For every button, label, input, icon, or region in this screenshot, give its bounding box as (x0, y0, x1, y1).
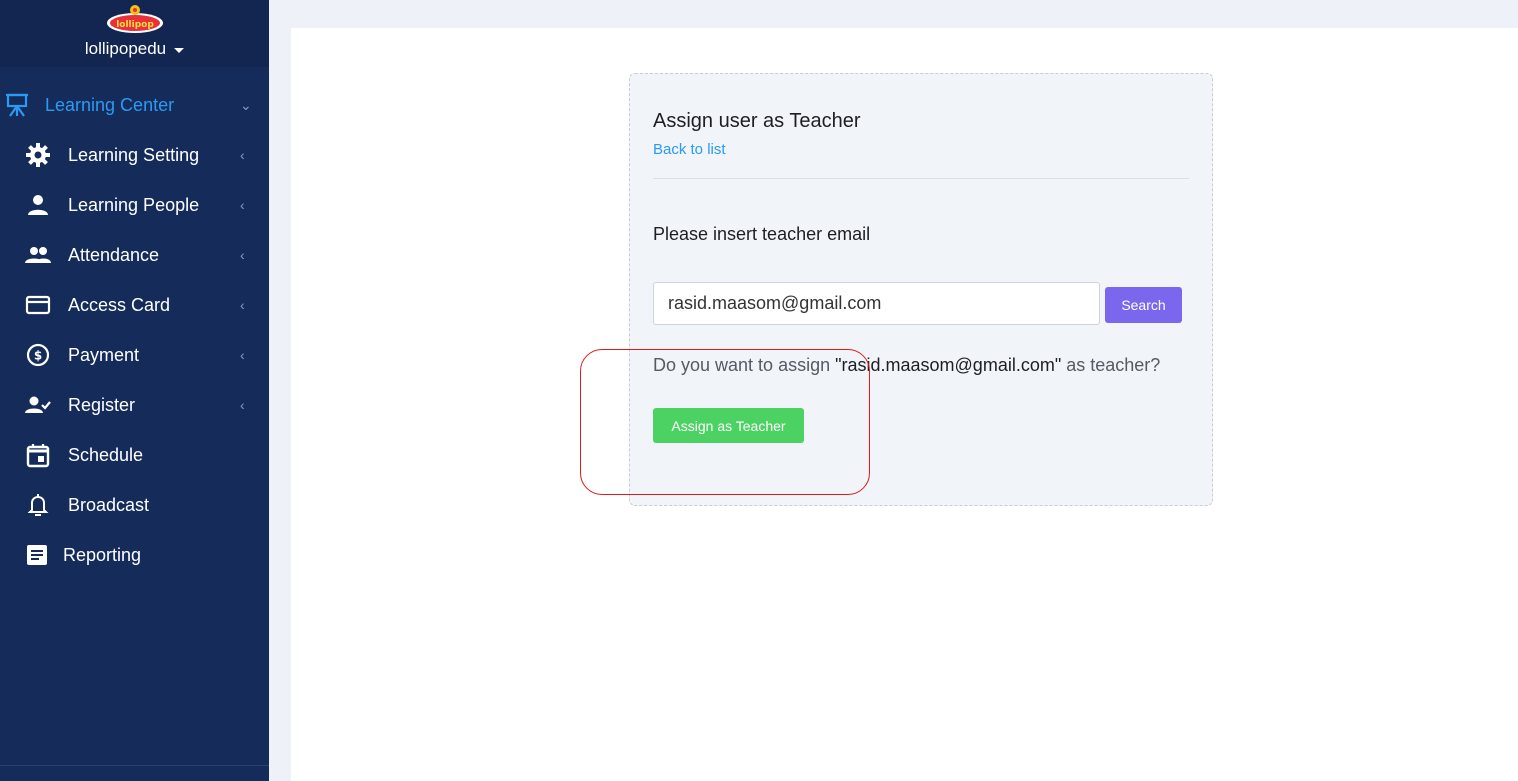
question-prefix: Do you want to assign (653, 355, 836, 375)
page-title: Assign user as Teacher (653, 110, 861, 132)
gear-icon (24, 141, 52, 169)
sidebar-item-label: Learning People (68, 194, 200, 215)
sidebar-item-label: Register (68, 394, 136, 415)
dollar-coin-icon: $ (24, 341, 52, 369)
easel-icon (3, 91, 31, 119)
sidebar-item-label: Attendance (68, 244, 160, 265)
calendar-icon (24, 441, 52, 469)
assign-teacher-card: Assign user as Teacher Back to list Plea… (629, 73, 1213, 506)
person-check-icon (24, 391, 52, 419)
chevron-left-icon: ‹ (240, 397, 245, 413)
teacher-email-input[interactable] (653, 282, 1100, 325)
sidebar-item-payment[interactable]: $ Payment ‹ (0, 335, 269, 375)
sidebar-item-label: Payment (68, 344, 140, 365)
search-button[interactable]: Search (1105, 287, 1182, 323)
brand-logo[interactable]: lollipop (106, 4, 164, 34)
divider (653, 178, 1189, 179)
sidebar-item-schedule[interactable]: Schedule (0, 435, 269, 475)
sidebar-item-label: Learning Setting (68, 144, 200, 165)
question-email: "rasid.maasom@gmail.com" (835, 355, 1062, 375)
account-dropdown[interactable]: lollipopedu (84, 39, 185, 59)
chevron-left-icon: ‹ (240, 297, 245, 313)
chevron-left-icon: ‹ (240, 247, 245, 263)
chevron-left-icon: ‹ (240, 347, 245, 363)
card-icon (24, 291, 52, 319)
sidebar-item-register[interactable]: Register ‹ (0, 385, 269, 425)
chevron-left-icon: ‹ (240, 147, 245, 163)
sidebar-item-label: Schedule (68, 444, 144, 465)
svg-text:lollipop: lollipop (116, 20, 154, 30)
people-icon (24, 241, 52, 269)
sidebar-item-learning-center[interactable]: Learning Center ⌄ (0, 85, 269, 125)
chevron-down-icon: ⌄ (240, 96, 252, 113)
back-to-list-link[interactable]: Back to list (653, 141, 726, 158)
sidebar-item-label: Reporting (63, 544, 142, 565)
brand-header: lollipop lollipopedu (0, 0, 269, 67)
sidebar-item-label: Learning Center (45, 94, 175, 115)
sidebar-item-reporting[interactable]: Reporting (0, 535, 269, 575)
sidebar-divider (0, 765, 269, 766)
document-icon (23, 541, 51, 569)
chevron-left-icon: ‹ (240, 197, 245, 213)
sidebar-item-attendance[interactable]: Attendance ‹ (0, 235, 269, 275)
sidebar: lollipop lollipopedu Learning Center ⌄ L… (0, 0, 269, 781)
assign-as-teacher-button[interactable]: Assign as Teacher (653, 408, 804, 443)
svg-text:$: $ (34, 349, 42, 363)
person-icon (24, 191, 52, 219)
sidebar-item-label: Access Card (68, 294, 171, 315)
sidebar-item-access-card[interactable]: Access Card ‹ (0, 285, 269, 325)
sidebar-item-label: Broadcast (68, 494, 150, 515)
account-name: lollipopedu (84, 39, 167, 58)
sidebar-item-learning-people[interactable]: Learning People ‹ (0, 185, 269, 225)
question-suffix: as teacher? (1061, 355, 1161, 375)
sidebar-item-learning-setting[interactable]: Learning Setting ‹ (0, 135, 269, 175)
sidebar-item-broadcast[interactable]: Broadcast (0, 485, 269, 525)
bell-icon (24, 491, 52, 519)
assign-confirmation-text: Do you want to assign "rasid.maasom@gmai… (653, 355, 1160, 376)
email-prompt-label: Please insert teacher email (653, 224, 871, 244)
caret-down-icon (174, 48, 185, 53)
